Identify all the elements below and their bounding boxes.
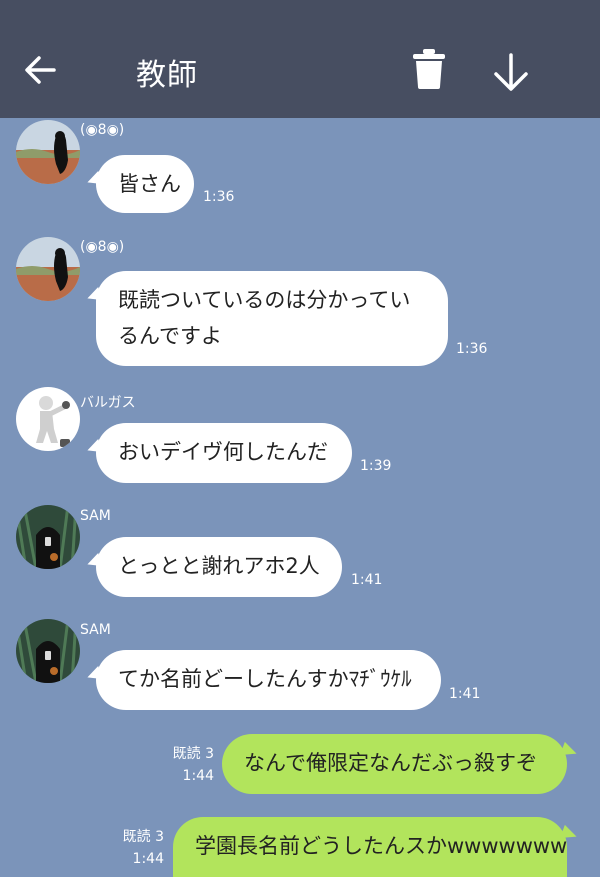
delete-button[interactable]	[412, 48, 446, 90]
message-text-line: るんですよ	[118, 324, 222, 348]
crow-avatar[interactable]	[16, 120, 80, 184]
sender-name: (◉8◉)	[80, 239, 125, 255]
message-bubble[interactable]: おいデイヴ何したんだ	[96, 423, 352, 483]
read-receipt: 既読 3	[172, 746, 214, 762]
message-time: 1:44	[132, 851, 164, 867]
message-bubble[interactable]: とっとと謝れアホ2人	[96, 537, 342, 597]
outgoing-message-bubble[interactable]: なんで俺限定なんだぶっ殺すぞ	[222, 734, 567, 794]
trash-icon	[413, 49, 445, 89]
hooded-figure-avatar[interactable]	[16, 505, 80, 569]
message-time: 1:36	[456, 341, 488, 357]
arrow-left-icon	[25, 56, 56, 84]
hooded-figure-avatar[interactable]	[16, 619, 80, 683]
message-time: 1:41	[449, 686, 481, 702]
message-time: 1:36	[203, 189, 235, 205]
sender-name: SAM	[80, 622, 111, 638]
sender-name: (◉8◉)	[80, 122, 125, 138]
sender-name: SAM	[80, 508, 111, 524]
white-figure-avatar[interactable]	[16, 387, 80, 451]
message-time: 1:39	[360, 458, 392, 474]
read-receipt: 既読 3	[122, 829, 164, 845]
outgoing-message-bubble[interactable]: 学園長名前どうしたんスかwwwwwww	[173, 817, 567, 877]
message-bubble[interactable]: てか名前どーしたんすかﾏﾁﾞｳｹﾙ	[96, 650, 441, 710]
chat-header: 教師	[0, 0, 600, 118]
download-button[interactable]	[490, 52, 532, 94]
crow-avatar[interactable]	[16, 237, 80, 301]
message-bubble[interactable]: 既読ついているのは分かってい るんですよ	[96, 271, 448, 366]
message-time: 1:44	[182, 768, 214, 784]
message-time: 1:41	[351, 572, 383, 588]
sender-name: バルガス	[80, 395, 136, 411]
back-button[interactable]	[22, 52, 58, 88]
chat-title: 教師	[136, 58, 198, 93]
message-text-line: 既読ついているのは分かってい	[118, 288, 411, 312]
message-bubble[interactable]: 皆さん	[96, 155, 194, 213]
arrow-down-icon	[494, 53, 528, 91]
